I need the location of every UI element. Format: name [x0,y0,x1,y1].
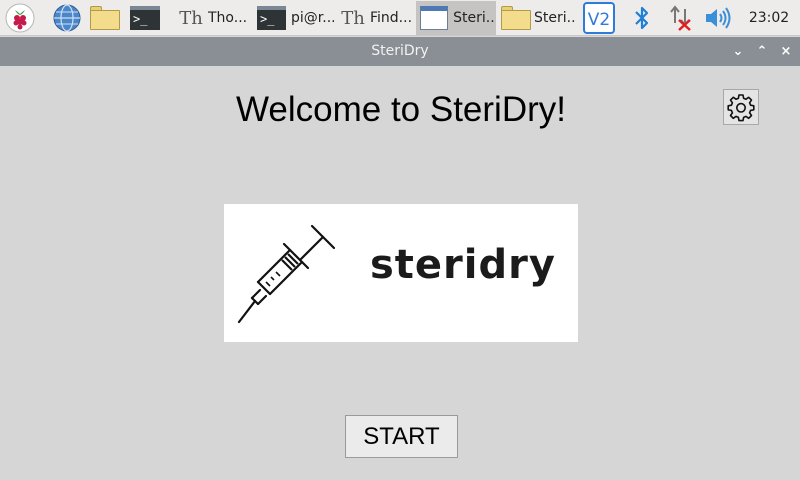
gear-icon [727,94,755,122]
network-disconnected-icon[interactable] [665,2,697,34]
folder-icon [90,6,120,30]
settings-button[interactable] [723,89,759,125]
task-label: Find... [370,10,413,26]
task-label: Steri... [534,10,577,26]
file-manager-icon[interactable] [89,2,121,34]
task-thonny[interactable]: Th Tho... [175,1,252,35]
terminal-icon: >_ [130,6,160,30]
window-title: SteriDry [371,43,429,59]
bluetooth-icon[interactable] [626,2,658,34]
window-titlebar[interactable]: SteriDry ⌄ ⌃ × [0,37,800,66]
web-browser-icon[interactable] [51,2,83,34]
terminal-icon: >_ [257,6,287,30]
logo-wordmark: steridry [370,242,556,288]
start-button[interactable]: START [345,415,458,458]
task-terminal[interactable]: >_ pi@r... [253,1,334,35]
svg-text:V2: V2 [588,10,610,30]
minimize-button[interactable]: ⌄ [729,43,747,61]
task-label: Steri... [453,10,496,26]
thonny-icon: Th [179,7,203,29]
taskbar: >_ Th Tho... >_ pi@r... Th Find... Steri… [0,0,800,36]
close-button[interactable]: × [777,43,795,61]
task-steridry-window[interactable]: Steri... [416,1,496,35]
task-find[interactable]: Th Find... [337,1,415,35]
task-steridry-folder[interactable]: Steri... [497,1,577,35]
syringe-icon [237,224,336,324]
task-label: Tho... [208,10,248,26]
raspberry-menu-icon[interactable] [4,2,36,34]
vnc-icon[interactable]: V2 [583,2,615,34]
app-content: Welcome to SteriDry! steridry START [0,66,800,480]
clock[interactable]: 23:02 [744,0,794,36]
volume-icon[interactable] [702,2,734,34]
task-label: pi@r... [291,10,334,26]
window-icon [420,6,449,30]
steridry-logo: steridry [224,204,578,342]
terminal-launcher[interactable]: >_ [129,2,161,34]
thonny-icon: Th [341,7,365,29]
maximize-button[interactable]: ⌃ [753,43,771,61]
folder-icon [501,6,531,30]
page-title: Welcome to SteriDry! [236,90,566,129]
